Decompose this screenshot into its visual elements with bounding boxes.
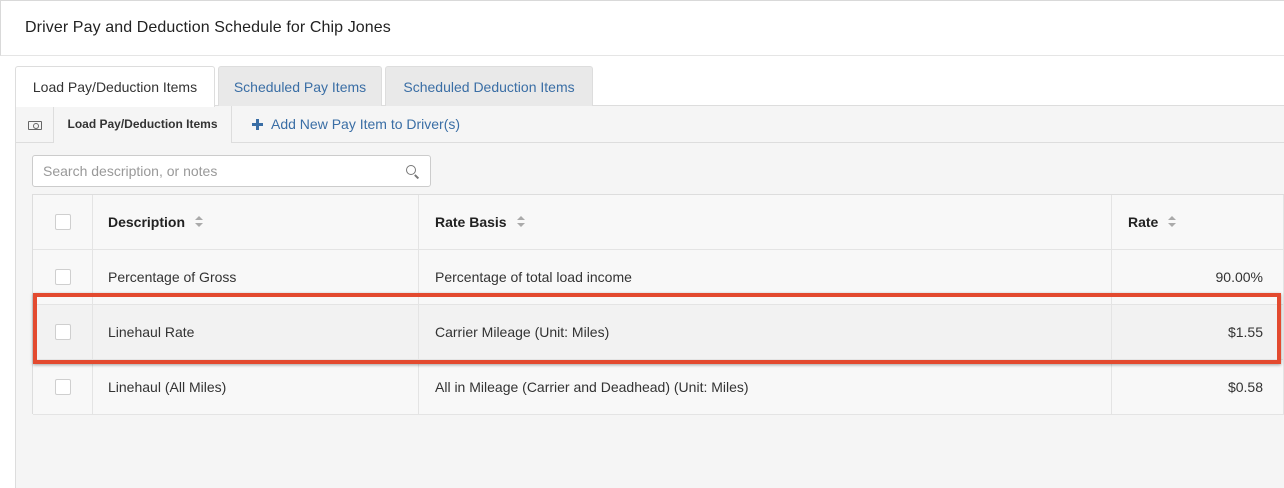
column-header-rate[interactable]: Rate [1112,195,1284,249]
table-row[interactable]: Linehaul (All Miles) All in Mileage (Car… [33,360,1284,415]
add-pay-item-label: Add New Pay Item to Driver(s) [271,116,461,132]
tab-bar: Load Pay/Deduction Items Scheduled Pay I… [15,66,1284,107]
row-rate-basis: Percentage of total load income [419,250,1112,304]
plus-icon [252,119,263,130]
column-header-rate-basis[interactable]: Rate Basis [419,195,1112,249]
row-rate: $0.58 [1112,360,1284,414]
tab-panel: Load Pay/Deduction Items Add New Pay Ite… [15,106,1284,488]
row-checkbox-cell [33,250,93,304]
row-description: Linehaul (All Miles) [93,360,419,414]
tab-load-pay-deduction-items[interactable]: Load Pay/Deduction Items [15,66,215,107]
add-pay-item-button[interactable]: Add New Pay Item to Driver(s) [252,106,460,143]
column-header-label: Rate Basis [435,214,507,230]
row-checkbox[interactable] [54,324,71,340]
select-all-checkbox[interactable] [54,214,71,230]
pay-items-table: Description Rate Basis Rate Percentage o… [32,194,1284,415]
sort-icon[interactable] [1168,216,1177,228]
tab-scheduled-deduction-items[interactable]: Scheduled Deduction Items [385,66,593,106]
row-rate: $1.55 [1112,305,1284,359]
row-rate-basis: Carrier Mileage (Unit: Miles) [419,305,1112,359]
column-header-label: Rate [1128,214,1159,230]
table-row[interactable]: Percentage of Gross Percentage of total … [33,250,1284,305]
sort-icon[interactable] [195,216,204,228]
row-checkbox-cell [33,305,93,359]
toolbar-icon-cell [16,106,54,143]
search-box [32,155,431,187]
table-header-row: Description Rate Basis Rate [33,195,1284,250]
column-header-label: Description [108,214,186,230]
tab-scheduled-pay-items[interactable]: Scheduled Pay Items [218,66,382,106]
modal-header: Driver Pay and Deduction Schedule for Ch… [0,0,1284,56]
search-input[interactable] [33,156,393,186]
toolbar-section-label: Load Pay/Deduction Items [54,106,232,143]
search-icon[interactable] [406,165,416,175]
column-header-description[interactable]: Description [93,195,419,249]
modal-title: Driver Pay and Deduction Schedule for Ch… [25,19,391,36]
row-description: Linehaul Rate [93,305,419,359]
row-checkbox[interactable] [54,379,71,395]
row-description: Percentage of Gross [93,250,419,304]
row-checkbox[interactable] [54,269,71,285]
sort-icon[interactable] [516,216,525,228]
row-rate-basis: All in Mileage (Carrier and Deadhead) (U… [419,360,1112,414]
header-checkbox-cell [33,195,93,249]
table-row[interactable]: Linehaul Rate Carrier Mileage (Unit: Mil… [33,305,1284,360]
money-icon [28,121,42,130]
toolbar: Load Pay/Deduction Items Add New Pay Ite… [16,106,1284,143]
row-rate: 90.00% [1112,250,1284,304]
row-checkbox-cell [33,360,93,414]
